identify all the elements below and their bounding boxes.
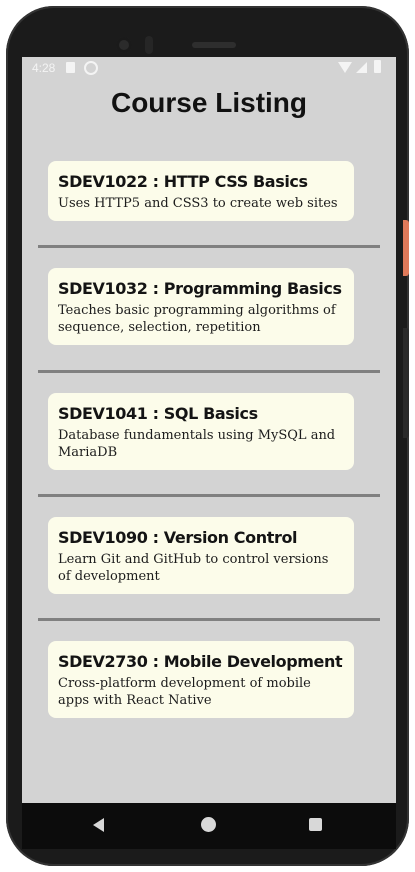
course-list: SDEV1022 : HTTP CSS Basics Uses HTTP5 an… (22, 161, 396, 285)
course-title: SDEV2730 : Mobile Development (58, 652, 343, 671)
course-title: SDEV1041 : SQL Basics (58, 404, 258, 423)
page-title: Course Listing (110, 87, 307, 118)
divider (38, 618, 380, 621)
status-bar: 4:28 (22, 57, 396, 79)
home-icon[interactable] (201, 817, 216, 832)
navigation-bar (22, 803, 396, 849)
status-icons (338, 60, 388, 74)
course-card[interactable]: SDEV1022 : HTTP CSS Basics Uses HTTP5 an… (48, 161, 354, 221)
course-card[interactable]: SDEV1032 : Programming Basics Teaches ba… (48, 268, 354, 345)
course-section: SDEV1022 : HTTP CSS Basics Uses HTTP5 an… (22, 161, 396, 285)
app-screen: 4:28 Course Listing SDEV1022 : HTTP CSS … (22, 57, 396, 803)
earpiece-speaker (192, 42, 236, 48)
sync-icon (84, 61, 98, 75)
status-time: 4:28 (32, 61, 56, 75)
course-card[interactable]: SDEV1090 : Version Control Learn Git and… (48, 517, 354, 594)
recent-apps-icon[interactable] (309, 818, 322, 831)
course-card[interactable]: SDEV2730 : Mobile Development Cross-plat… (48, 641, 354, 718)
sensor (145, 36, 153, 54)
course-description: Database fundamentals using MySQL and Ma… (58, 428, 336, 460)
sim-card-icon (66, 62, 75, 73)
course-title: SDEV1090 : Version Control (58, 528, 298, 547)
course-description: Teaches basic programming algorithms of … (58, 303, 336, 335)
battery-icon (374, 60, 381, 73)
course-description: Cross-platform development of mobile app… (58, 676, 311, 708)
divider (38, 370, 380, 373)
course-title: SDEV1032 : Programming Basics (58, 279, 342, 298)
course-description: Uses HTTP5 and CSS3 to create web sites (58, 196, 338, 211)
back-icon[interactable] (93, 818, 104, 832)
volume-button[interactable] (403, 328, 409, 438)
signal-icon (356, 62, 367, 73)
course-card[interactable]: SDEV1041 : SQL Basics Database fundament… (48, 393, 354, 470)
course-description: Learn Git and GitHub to control versions… (58, 552, 329, 584)
wifi-icon (338, 62, 352, 73)
divider (38, 245, 380, 248)
front-camera (116, 37, 132, 53)
power-button[interactable] (403, 220, 409, 276)
divider (38, 494, 380, 497)
course-title: SDEV1022 : HTTP CSS Basics (58, 172, 308, 191)
